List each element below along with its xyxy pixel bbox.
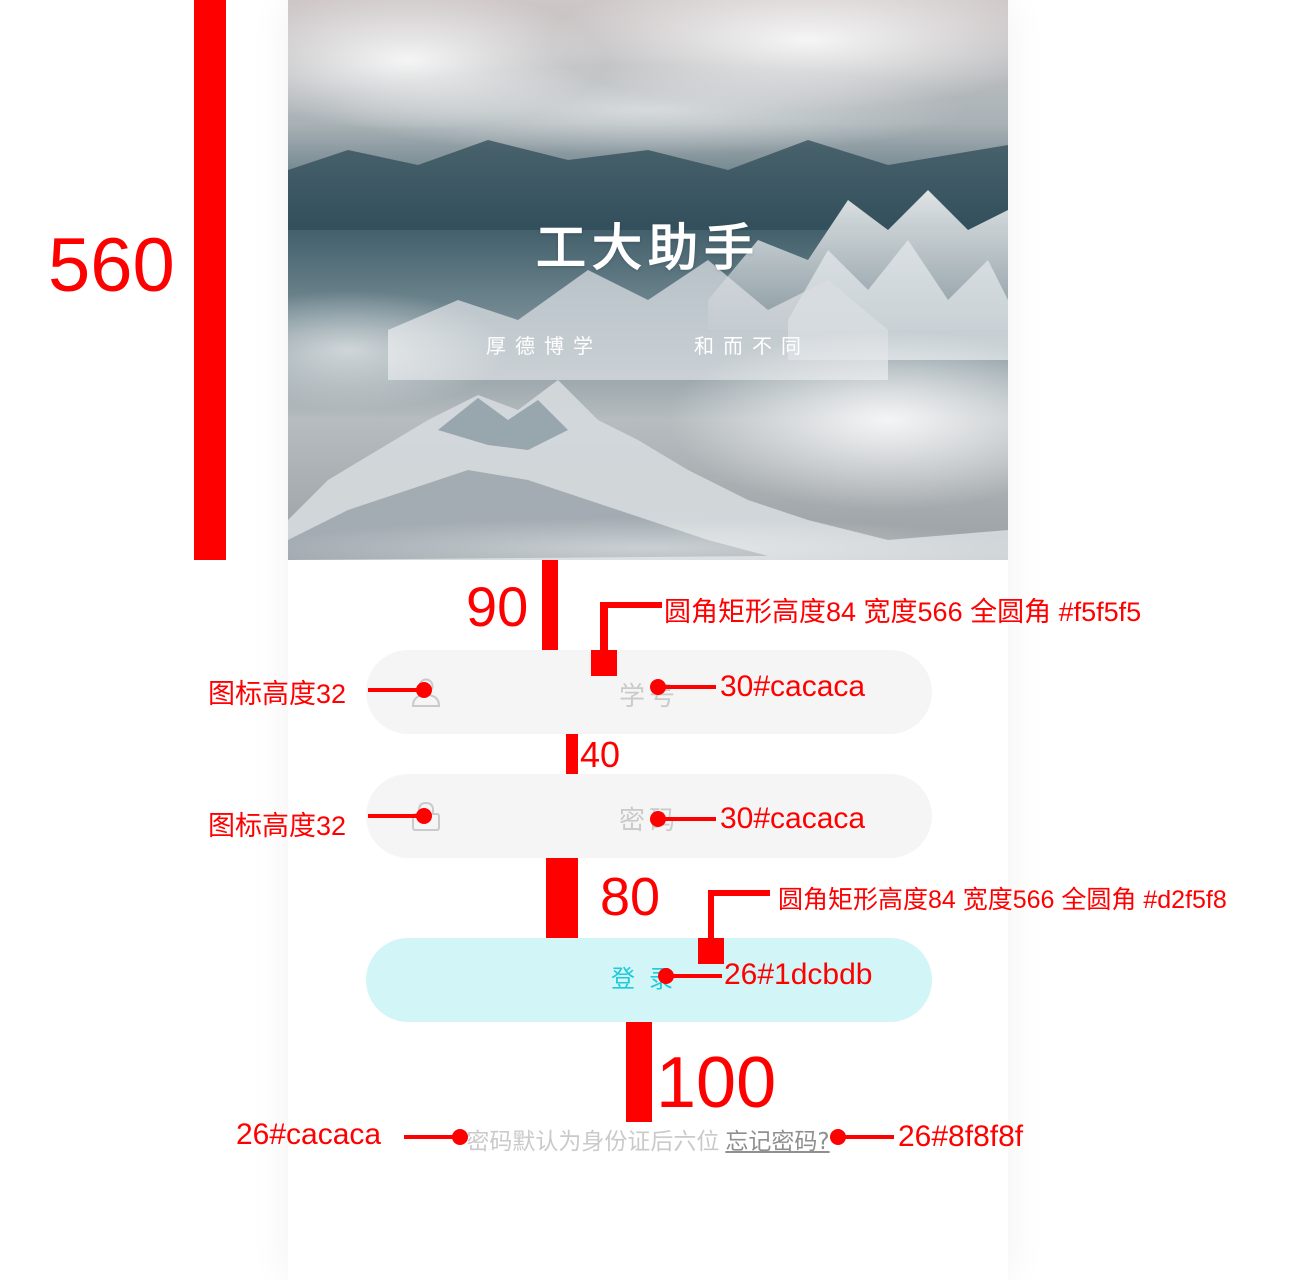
motto-right: 和而不同 bbox=[694, 334, 810, 358]
gap-fields-label: 40 bbox=[580, 734, 621, 775]
field-spec-label: 圆角矩形高度84 宽度566 全圆角 #f5f5f5 bbox=[664, 597, 1142, 627]
gap-button-bar bbox=[546, 858, 578, 938]
gap-top-bar bbox=[542, 560, 558, 650]
button-spec-leader-v bbox=[708, 890, 714, 940]
icon-height-label-1: 图标高度32 bbox=[208, 679, 347, 709]
gap-footer-label: 100 bbox=[656, 1043, 777, 1123]
gap-fields-bar bbox=[566, 734, 578, 774]
header-banner: 工大助手 厚德博学 和而不同 bbox=[288, 0, 1008, 560]
field-spec-leader-v bbox=[600, 602, 608, 652]
forgot-leader bbox=[838, 1135, 894, 1139]
header-height-bar bbox=[194, 0, 226, 560]
password-hint: 密码默认为身份证后六位 bbox=[466, 1129, 720, 1155]
motto-left: 厚德博学 bbox=[486, 334, 602, 358]
button-spec-marker bbox=[698, 938, 724, 964]
gap-button-label: 80 bbox=[600, 867, 661, 927]
placeholder-leader-2 bbox=[658, 817, 716, 821]
button-text-spec-label: 26#1dcbdb bbox=[724, 958, 873, 991]
icon-dot-1 bbox=[416, 682, 432, 698]
design-spec-canvas: 工大助手 厚德博学 和而不同 学号 密码 登录 密码默认为身份证后六位 忘记密码? bbox=[0, 0, 1296, 1280]
hint-dot bbox=[452, 1129, 468, 1145]
placeholder-leader-1 bbox=[658, 685, 716, 689]
field-spec-marker bbox=[591, 650, 617, 676]
button-spec-label: 圆角矩形高度84 宽度566 全圆角 #d2f5f8 bbox=[778, 886, 1227, 914]
gap-footer-bar bbox=[626, 1022, 652, 1122]
field-spec-leader-h bbox=[600, 602, 662, 608]
icon-height-label-2: 图标高度32 bbox=[208, 811, 347, 841]
forgot-spec-label: 26#8f8f8f bbox=[898, 1120, 1024, 1153]
placeholder-spec-label-2: 30#cacaca bbox=[720, 802, 866, 835]
icon-dot-2 bbox=[416, 808, 432, 824]
placeholder-spec-label-1: 30#cacaca bbox=[720, 670, 866, 703]
mountain-cloud-image bbox=[288, 0, 1008, 560]
forgot-password-link[interactable]: 忘记密码? bbox=[725, 1129, 829, 1155]
hint-spec-label: 26#cacaca bbox=[236, 1118, 382, 1151]
app-title: 工大助手 bbox=[536, 219, 760, 277]
button-text-leader bbox=[666, 974, 722, 978]
gap-top-label: 90 bbox=[466, 575, 529, 638]
button-spec-leader-h bbox=[708, 890, 770, 896]
header-height-label: 560 bbox=[48, 223, 175, 308]
